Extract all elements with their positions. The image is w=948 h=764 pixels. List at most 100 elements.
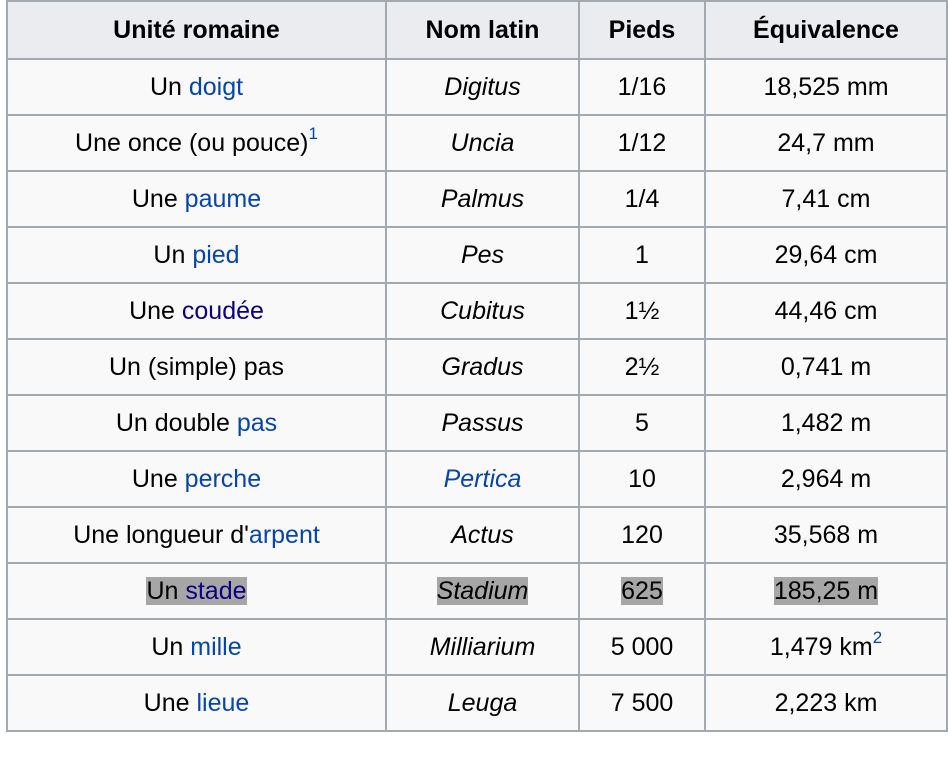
unit-link[interactable]: lieue	[196, 689, 249, 717]
equivalence-value: 0,741 m	[780, 352, 872, 381]
header-unit: Unité romaine	[6, 0, 387, 60]
unit-text: Un doigt	[150, 73, 243, 101]
equivalence-cell: 29,64 cm	[704, 226, 948, 284]
header-row: Unité romaine Nom latin Pieds Équivalenc…	[6, 0, 948, 60]
equivalence-value: 44,46 cm	[774, 296, 878, 325]
feet-value: 625	[621, 576, 663, 605]
table-row: Un doigt Digitus 1/16 18,525 mm	[6, 58, 948, 116]
feet-cell: 7 500	[578, 674, 706, 732]
equivalence-value: 1,479 km	[769, 632, 873, 661]
unit-link[interactable]: coudée	[182, 297, 264, 325]
feet-value: 5	[635, 408, 649, 437]
feet-cell: 1/16	[578, 58, 706, 116]
feet-value: 10	[628, 464, 656, 493]
latin-name-text: Leuga	[447, 688, 518, 717]
latin-name-text: Pes	[460, 240, 505, 269]
equivalence-value: 1,482 m	[780, 408, 872, 437]
unit-cell: Un double pas	[6, 394, 387, 452]
unit-cell: Une lieue	[6, 674, 387, 732]
feet-cell: 10	[578, 450, 706, 508]
latin-name-cell: Leuga	[385, 674, 580, 732]
unit-prefix: Une	[143, 688, 197, 717]
equivalence-cell: 1,479 km2	[704, 618, 948, 676]
latin-name-cell: Pertica	[385, 450, 580, 508]
table-row: Un stade Stadium 625 185,25 m	[6, 562, 948, 620]
latin-name-text: Gradus	[441, 352, 524, 381]
unit-cell: Un mille	[6, 618, 387, 676]
table-row: Un pied Pes 1 29,64 cm	[6, 226, 948, 284]
unit-prefix: Un	[151, 632, 191, 661]
latin-name-text: Palmus	[440, 184, 525, 213]
feet-value: 7 500	[610, 688, 674, 717]
unit-prefix: Un	[149, 72, 189, 101]
unit-link[interactable]: stade	[185, 577, 246, 605]
equivalence-cell: 185,25 m	[704, 562, 948, 620]
equivalence-cell: 0,741 m	[704, 338, 948, 396]
equivalence-cell: 24,7 mm	[704, 114, 948, 172]
table-row: Une paume Palmus 1/4 7,41 cm	[6, 170, 948, 228]
table-row: Une perche Pertica 10 2,964 m	[6, 450, 948, 508]
unit-prefix: Une once (ou pouce)	[75, 128, 309, 157]
latin-name-link[interactable]: Pertica	[444, 465, 522, 493]
latin-name-cell: Gradus	[385, 338, 580, 396]
unit-text: Un double pas	[116, 409, 277, 437]
feet-cell: 5 000	[578, 618, 706, 676]
footnote-ref-link[interactable]: 2	[873, 628, 882, 647]
unit-text: Une paume	[132, 185, 261, 213]
equivalence-value: 24,7 mm	[777, 128, 875, 157]
feet-cell: 5	[578, 394, 706, 452]
table-row: Une longueur d'arpent Actus 120 35,568 m	[6, 506, 948, 564]
unit-text: Un stade	[146, 576, 247, 605]
equivalence-cell: 7,41 cm	[704, 170, 948, 228]
latin-name-text: Milliarium	[429, 632, 536, 661]
latin-name-text: Stadium	[436, 576, 529, 605]
unit-link[interactable]: paume	[185, 185, 261, 213]
latin-name-text: Digitus	[444, 72, 521, 101]
unit-link[interactable]: mille	[190, 633, 241, 661]
equivalence-value: 185,25 m	[773, 576, 879, 605]
equivalence-value: 2,223 km	[774, 688, 878, 717]
latin-name-cell: Passus	[385, 394, 580, 452]
table-row: Une lieue Leuga 7 500 2,223 km	[6, 674, 948, 732]
unit-prefix: Un (simple) pas	[108, 352, 285, 381]
equivalence-value: 35,568 m	[773, 520, 879, 549]
feet-value: 5 000	[610, 632, 674, 661]
equivalence-cell: 2,223 km	[704, 674, 948, 732]
latin-name-cell: Uncia	[385, 114, 580, 172]
equivalence-value: 18,525 mm	[763, 72, 889, 101]
footnote-ref-link[interactable]: 1	[309, 124, 318, 143]
unit-prefix: Un	[146, 576, 186, 605]
unit-cell: Un (simple) pas	[6, 338, 387, 396]
feet-value: 1/4	[624, 184, 660, 213]
feet-cell: 120	[578, 506, 706, 564]
latin-name-text: Uncia	[450, 128, 515, 157]
unit-link[interactable]: pied	[192, 241, 239, 269]
unit-text: Un pied	[153, 241, 239, 269]
unit-link[interactable]: perche	[185, 465, 261, 493]
unit-link[interactable]: doigt	[189, 73, 243, 101]
unit-text: Une once (ou pouce)	[75, 129, 308, 157]
equivalence-cell: 44,46 cm	[704, 282, 948, 340]
unit-cell: Une perche	[6, 450, 387, 508]
unit-prefix: Un double	[115, 408, 237, 437]
latin-name-cell: Digitus	[385, 58, 580, 116]
unit-link[interactable]: pas	[237, 409, 277, 437]
roman-units-table: Unité romaine Nom latin Pieds Équivalenc…	[6, 0, 948, 732]
latin-name-cell: Cubitus	[385, 282, 580, 340]
header-equivalence: Équivalence	[704, 0, 948, 60]
unit-cell: Un doigt	[6, 58, 387, 116]
equivalence-cell: 1,482 m	[704, 394, 948, 452]
feet-value: 2½	[624, 352, 660, 381]
unit-prefix: Une longueur d'	[73, 520, 249, 549]
feet-cell: 2½	[578, 338, 706, 396]
header-latin-name: Nom latin	[385, 0, 580, 60]
unit-link[interactable]: arpent	[249, 521, 320, 549]
feet-value: 1/16	[617, 72, 667, 101]
equivalence-value: 7,41 cm	[781, 184, 871, 213]
unit-cell: Une paume	[6, 170, 387, 228]
equivalence-value: 29,64 cm	[774, 240, 878, 269]
unit-text: Une lieue	[144, 689, 250, 717]
latin-name-cell: Stadium	[385, 562, 580, 620]
feet-value: 120	[621, 520, 663, 549]
feet-cell: 1/4	[578, 170, 706, 228]
